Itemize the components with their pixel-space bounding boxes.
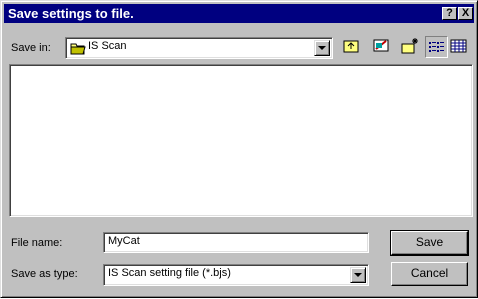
close-button[interactable]: X	[458, 7, 473, 20]
folder-icon	[70, 43, 86, 55]
save-in-dropdown-button[interactable]	[314, 40, 330, 56]
file-name-label: File name:	[11, 237, 63, 249]
up-folder-icon	[343, 40, 359, 53]
desktop-icon	[373, 39, 389, 52]
save-as-type-combo[interactable]: IS Scan setting file (*.bjs)	[103, 264, 369, 286]
file-name-value: MyCat	[108, 235, 140, 247]
help-button[interactable]: ?	[442, 7, 457, 20]
desktop-button[interactable]	[371, 36, 394, 58]
save-in-label: Save in:	[11, 42, 51, 54]
dialog-title: Save settings to file.	[8, 6, 134, 21]
new-folder-icon	[401, 38, 418, 54]
save-dialog: Save settings to file. ? X Save in: IS S…	[0, 0, 478, 298]
details-view-icon	[450, 39, 467, 53]
file-name-input[interactable]: MyCat	[103, 232, 369, 253]
save-as-type-value: IS Scan setting file (*.bjs)	[108, 267, 231, 279]
cancel-button[interactable]: Cancel	[391, 262, 468, 286]
title-bar[interactable]: Save settings to file. ? X	[4, 4, 474, 23]
up-one-level-button[interactable]	[341, 36, 364, 58]
new-folder-button[interactable]	[399, 36, 422, 58]
details-view-button[interactable]	[448, 36, 471, 58]
list-view-icon	[429, 42, 444, 52]
save-as-type-dropdown-button[interactable]	[350, 267, 366, 283]
save-in-value: IS Scan	[88, 40, 127, 52]
save-in-combo[interactable]: IS Scan	[65, 37, 333, 59]
save-as-type-label: Save as type:	[11, 268, 78, 280]
list-view-button[interactable]	[425, 36, 448, 58]
file-list[interactable]	[9, 64, 473, 217]
save-button[interactable]: Save	[390, 230, 469, 256]
